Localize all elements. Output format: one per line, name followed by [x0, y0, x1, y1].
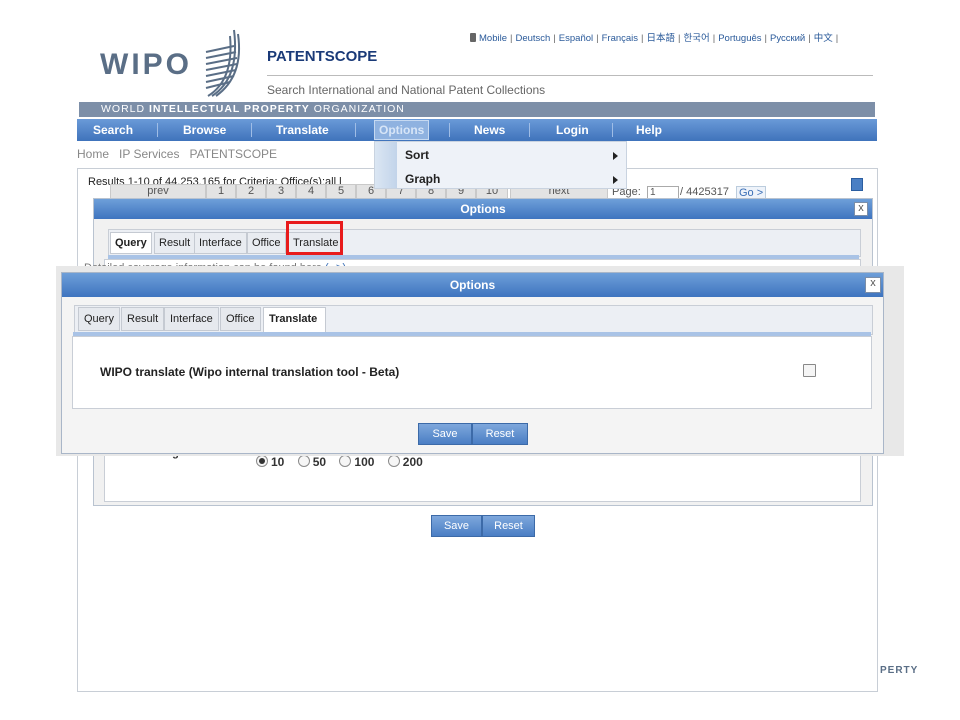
reset-button[interactable]: Reset [472, 423, 528, 445]
lang-mobile[interactable]: Mobile [479, 33, 507, 44]
radio-option-200[interactable]: 200 [387, 455, 423, 469]
menu-item-sort[interactable]: Sort [405, 148, 429, 162]
lang-russian[interactable]: Русский [770, 33, 805, 44]
rss-icon[interactable] [851, 178, 863, 191]
footer-org-text: PERTY [880, 665, 919, 676]
options-dropdown: Sort Graph [374, 141, 627, 189]
main-nav: Search Browse Translate Options News Log… [77, 119, 877, 141]
language-bar: Mobile | Deutsch | Español | Français | 日本語 | 한국어 |… [470, 30, 841, 44]
radio-option-10[interactable]: 10 [256, 455, 284, 469]
tab-query[interactable]: Query [78, 307, 120, 331]
tab-query[interactable]: Query [110, 232, 152, 254]
lang-chinese[interactable]: 中文 [814, 33, 833, 44]
wipo-emblem-icon [205, 29, 240, 97]
radio-option-100[interactable]: 100 [339, 455, 374, 469]
lang-deutsch[interactable]: Deutsch [515, 33, 550, 44]
wipo-translate-checkbox[interactable] [803, 364, 816, 377]
page-total: / 4425317 [680, 186, 729, 198]
nav-options[interactable]: Options [374, 120, 430, 140]
chevron-right-icon [613, 152, 618, 160]
nav-login[interactable]: Login [556, 119, 589, 141]
lang-espanol[interactable]: Español [559, 33, 593, 44]
organization-bar: WORLD INTELLECTUAL PROPERTY ORGANIZATION [79, 102, 875, 117]
dialog-title: Options [94, 199, 872, 219]
radio-option-50[interactable]: 50 [297, 455, 326, 469]
save-button[interactable]: Save [418, 423, 472, 445]
translate-tab-highlight [286, 221, 343, 255]
wipo-logo-text[interactable]: WIPO [100, 48, 192, 82]
tab-translate[interactable]: Translate [263, 307, 326, 334]
close-icon[interactable]: x [865, 277, 881, 293]
tab-interface[interactable]: Interface [164, 307, 219, 331]
wipo-translate-label: WIPO translate (Wipo internal translatio… [100, 365, 400, 379]
radio-icon[interactable] [387, 455, 400, 467]
breadcrumb-patentscope[interactable]: PATENTSCOPE [189, 147, 277, 161]
tab-interface[interactable]: Interface [194, 232, 247, 254]
dialog-title: Options [62, 273, 883, 297]
close-icon[interactable]: x [854, 202, 868, 216]
tab-result[interactable]: Result [154, 232, 196, 254]
patentscope-title[interactable]: PATENTSCOPE [267, 48, 377, 65]
lang-portugues[interactable]: Português [718, 33, 761, 44]
chevron-right-icon [613, 176, 618, 184]
lang-japanese[interactable]: 日本語 [647, 33, 676, 44]
nav-news[interactable]: News [474, 119, 505, 141]
list-length-options: 10 50 100 200 [256, 455, 433, 469]
tab-result[interactable]: Result [121, 307, 165, 331]
save-button[interactable]: Save [431, 515, 482, 537]
nav-browse[interactable]: Browse [183, 119, 226, 141]
nav-search[interactable]: Search [93, 119, 133, 141]
breadcrumb-ip-services[interactable]: IP Services [119, 147, 179, 161]
radio-selected-icon[interactable] [256, 455, 268, 467]
menu-item-graph[interactable]: Graph [405, 172, 440, 186]
lang-francais[interactable]: Français [602, 33, 638, 44]
reset-button[interactable]: Reset [482, 515, 535, 537]
nav-help[interactable]: Help [636, 119, 662, 141]
patentscope-subtitle: Search International and National Patent… [267, 83, 546, 97]
lang-korean[interactable]: 한국어 [684, 33, 710, 44]
nav-translate[interactable]: Translate [276, 119, 329, 141]
radio-icon[interactable] [297, 455, 310, 467]
header-divider [267, 75, 873, 76]
tab-office[interactable]: Office [247, 232, 286, 254]
tab-office[interactable]: Office [220, 307, 261, 331]
breadcrumb: Home IP Services PATENTSCOPE [77, 147, 287, 161]
breadcrumb-home[interactable]: Home [77, 147, 109, 161]
mobile-icon [470, 33, 476, 42]
radio-icon[interactable] [339, 455, 352, 467]
